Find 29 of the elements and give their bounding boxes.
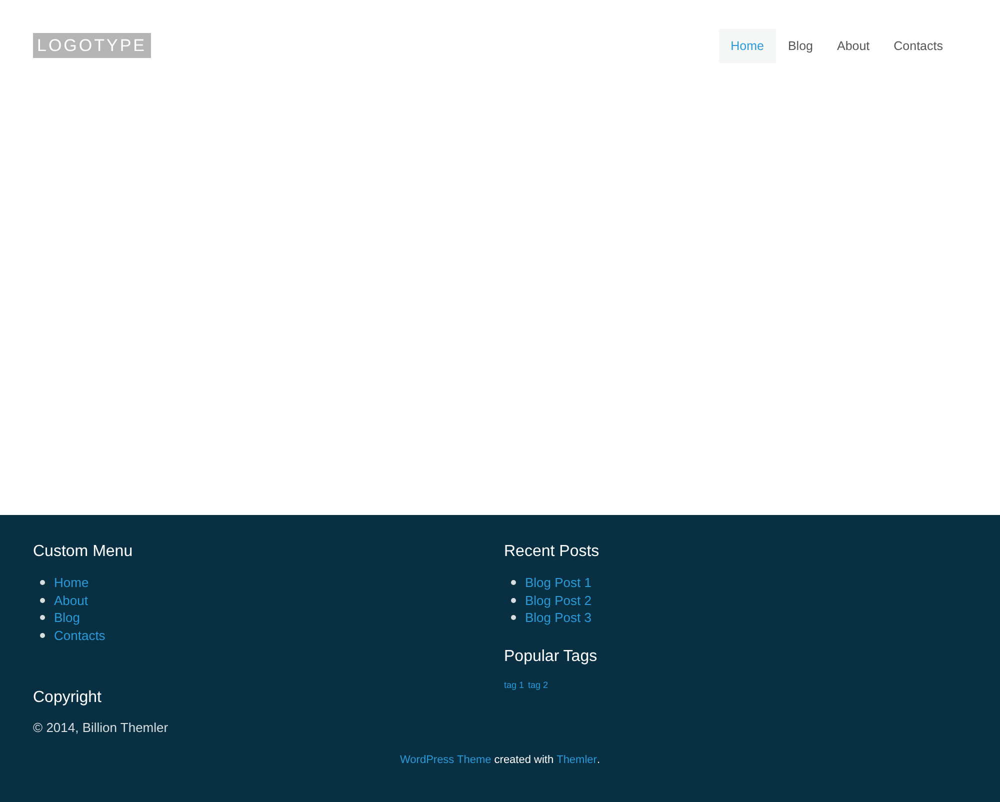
widget-title: Recent Posts (504, 542, 600, 562)
bullet-icon (40, 632, 45, 638)
footer-link[interactable]: About (54, 590, 88, 610)
footer-link[interactable]: Blog Post 1 (525, 573, 592, 592)
footer-link[interactable]: Blog (54, 608, 80, 628)
widget-title: Custom Menu (33, 542, 134, 562)
widget-title: Popular Tags (504, 646, 598, 666)
copyright-text: © 2014, Billion Themler (33, 719, 170, 737)
credits-link[interactable]: WordPress Theme (400, 752, 492, 768)
footer-link[interactable]: Contacts (54, 626, 106, 645)
footer-link[interactable]: Home (54, 573, 89, 592)
nav-link[interactable]: Blog (776, 29, 825, 63)
widget-title: Copyright (33, 688, 102, 708)
footer-link[interactable]: Blog Post 3 (525, 608, 592, 628)
footer-link[interactable]: Blog Post 2 (525, 590, 592, 610)
bullet-icon (511, 598, 516, 603)
nav-link[interactable]: Contacts (882, 29, 955, 63)
bullet-icon (511, 615, 516, 620)
tag-link[interactable]: tag 1 (504, 678, 524, 692)
credits-period: . (596, 752, 600, 768)
bullet-icon (40, 598, 45, 603)
nav-link[interactable]: About (824, 29, 882, 63)
tag-link[interactable]: tag 2 (528, 678, 548, 692)
credits-link[interactable]: Themler (556, 752, 597, 768)
credits-text: created with (494, 752, 554, 768)
bullet-icon (511, 580, 516, 586)
bullet-icon (40, 580, 45, 586)
bullet-icon (40, 615, 45, 620)
nav-link[interactable]: Home (718, 29, 776, 63)
